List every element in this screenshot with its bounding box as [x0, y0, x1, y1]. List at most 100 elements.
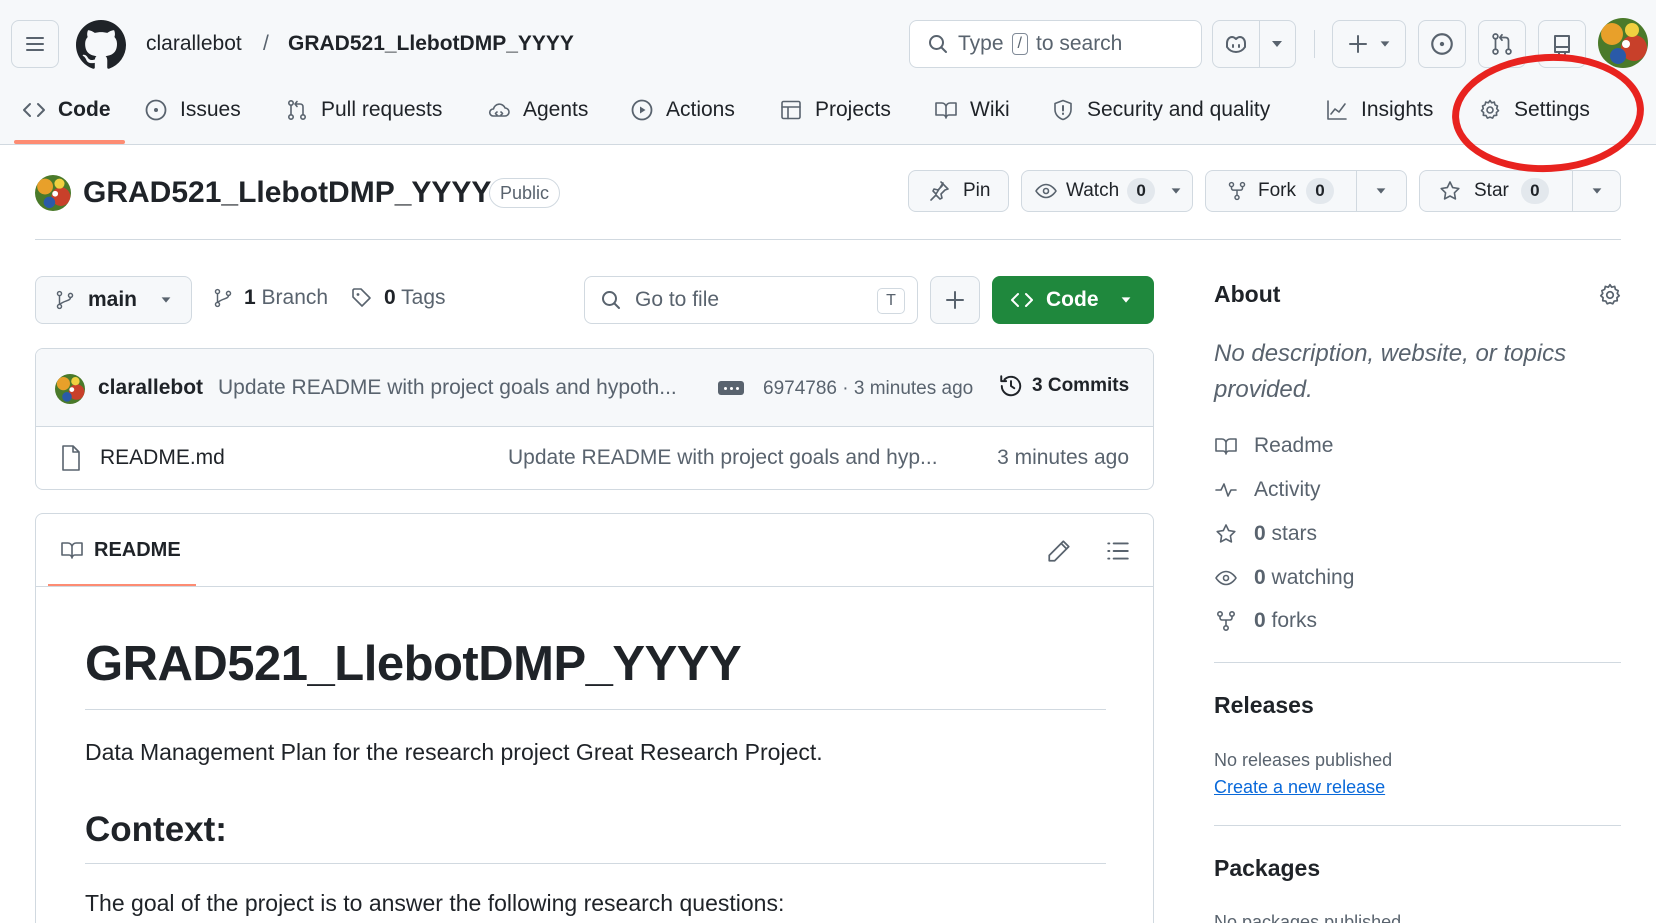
watching-label: watching — [1271, 566, 1355, 589]
search-icon — [929, 35, 947, 53]
watching-count: 0 — [1254, 566, 1266, 589]
breadcrumb-repo[interactable]: GRAD521_LlebotDMP_YYYY — [288, 32, 574, 56]
chevron-down-icon[interactable] — [1590, 186, 1604, 196]
your-pull-requests-button[interactable] — [1478, 20, 1526, 68]
issue-icon — [145, 99, 167, 121]
pin-icon — [930, 181, 949, 201]
commit-author-avatar[interactable] — [55, 374, 85, 404]
commit-message[interactable]: Update README with project goals and hyp… — [218, 376, 688, 400]
search-suffix: to search — [1035, 32, 1123, 55]
create-release-link[interactable]: Create a new release — [1214, 777, 1385, 798]
tab-actions[interactable]: Actions — [630, 92, 735, 128]
tab-wiki[interactable]: Wiki — [934, 92, 1010, 128]
tags-link[interactable]: 0 Tags — [350, 286, 446, 310]
menu-button[interactable] — [11, 20, 59, 68]
fork-label: Fork — [1258, 180, 1296, 201]
user-avatar[interactable] — [1598, 18, 1648, 68]
gear-icon[interactable] — [1597, 282, 1623, 308]
sidebar-stars-link[interactable]: 0 stars — [1214, 522, 1317, 546]
releases-heading[interactable]: Releases — [1214, 692, 1314, 719]
tab-actions-label: Actions — [666, 98, 735, 121]
tab-pull-requests-label: Pull requests — [321, 98, 443, 121]
star-button[interactable]: Star 0 — [1419, 170, 1621, 212]
your-issues-button[interactable] — [1418, 20, 1466, 68]
sidebar-forks-link[interactable]: 0 forks — [1214, 609, 1317, 633]
expand-commit-message-button[interactable] — [718, 381, 744, 395]
breadcrumb-owner[interactable]: clarallebot — [146, 32, 242, 56]
tab-pull-requests[interactable]: Pull requests — [285, 92, 442, 128]
readme-subheading: Context: — [85, 810, 227, 849]
branch-name: main — [88, 288, 138, 311]
chevron-down-icon — [1121, 297, 1130, 303]
create-new-button[interactable] — [1332, 20, 1406, 68]
tab-projects[interactable]: Projects — [779, 92, 891, 128]
go-to-file-shortcut: T — [877, 288, 905, 314]
commits-history-link[interactable]: 3 Commits — [998, 373, 1129, 399]
repo-title[interactable]: GRAD521_LlebotDMP_YYYY — [83, 176, 491, 210]
tag-label: Tags — [401, 286, 446, 309]
releases-empty-text: No releases published — [1214, 750, 1393, 770]
agents-icon — [488, 103, 510, 117]
watch-button[interactable]: Watch 0 — [1021, 170, 1193, 212]
github-logo-icon[interactable] — [76, 20, 126, 70]
pull-request-icon — [287, 99, 307, 120]
commit-author[interactable]: clarallebot — [98, 376, 203, 400]
branch-selector[interactable]: main — [35, 276, 192, 324]
sidebar-activity-link[interactable]: Activity — [1214, 478, 1321, 502]
go-to-file-input[interactable]: Go to file T — [584, 276, 918, 324]
file-age: 3 minutes ago — [997, 446, 1129, 469]
tab-issues[interactable]: Issues — [144, 92, 241, 128]
readme-paragraph: Data Management Plan for the research pr… — [85, 739, 823, 765]
header-divider — [1314, 30, 1315, 58]
tab-issues-label: Issues — [180, 98, 241, 121]
tab-insights[interactable]: Insights — [1325, 92, 1433, 128]
packages-heading[interactable]: Packages — [1214, 855, 1320, 882]
branch-icon — [56, 290, 74, 310]
chevron-down-icon — [1272, 41, 1282, 47]
gear-icon — [1480, 99, 1500, 119]
tab-security[interactable]: Security and quality — [1051, 92, 1270, 128]
tab-agents-label: Agents — [523, 98, 589, 121]
chevron-down-icon — [1380, 41, 1390, 47]
branch-label: Branch — [261, 286, 329, 309]
go-to-file-placeholder: Go to file — [635, 288, 720, 311]
tab-settings[interactable]: Settings — [1478, 92, 1590, 128]
subheading-rule — [85, 863, 1106, 864]
heading-rule — [85, 709, 1106, 710]
fork-button[interactable]: Fork 0 — [1205, 170, 1407, 212]
fork-split-divider — [1356, 171, 1357, 211]
chevron-down-icon[interactable] — [1374, 186, 1388, 196]
tab-code[interactable]: Code — [22, 92, 111, 128]
forks-label: forks — [1271, 609, 1318, 632]
inbox-button[interactable] — [1538, 20, 1586, 68]
visibility-badge: Public — [489, 178, 561, 208]
watch-label: Watch — [1066, 180, 1120, 201]
repo-owner-avatar[interactable] — [35, 175, 71, 211]
pin-button[interactable]: Pin — [908, 170, 1009, 212]
file-last-commit[interactable]: Update README with project goals and hyp… — [508, 446, 938, 470]
global-search-input[interactable]: Type / to search — [909, 20, 1202, 68]
list-icon[interactable] — [1105, 538, 1131, 564]
commit-sha-time[interactable]: 6974786 · 3 minutes ago — [763, 378, 973, 400]
copilot-button[interactable] — [1212, 20, 1296, 68]
sidebar-watching-link[interactable]: 0 watching — [1214, 566, 1354, 590]
watch-count: 0 — [1127, 178, 1156, 204]
hamburger-icon — [26, 37, 44, 51]
sidebar-readme-link[interactable]: Readme — [1214, 434, 1333, 458]
eye-icon — [1035, 183, 1057, 199]
title-divider — [35, 239, 1621, 240]
tab-agents[interactable]: Agents — [487, 92, 588, 128]
forks-count: 0 — [1254, 609, 1266, 632]
star-icon — [1440, 181, 1460, 200]
branches-link[interactable]: 1 Branch — [212, 286, 328, 310]
readme-paragraph: The goal of the project is to answer the… — [85, 890, 785, 916]
sidebar-divider — [1214, 662, 1621, 663]
readme-tab[interactable]: README — [60, 538, 181, 562]
add-file-button[interactable] — [930, 276, 980, 324]
file-row[interactable]: README.md Update README with project goa… — [36, 427, 1153, 489]
code-dropdown-button[interactable]: Code — [992, 276, 1154, 324]
star-label: Star — [1474, 180, 1509, 201]
search-shortcut-key: / — [1011, 33, 1028, 55]
file-name[interactable]: README.md — [100, 446, 225, 470]
pencil-icon[interactable] — [1046, 538, 1072, 564]
